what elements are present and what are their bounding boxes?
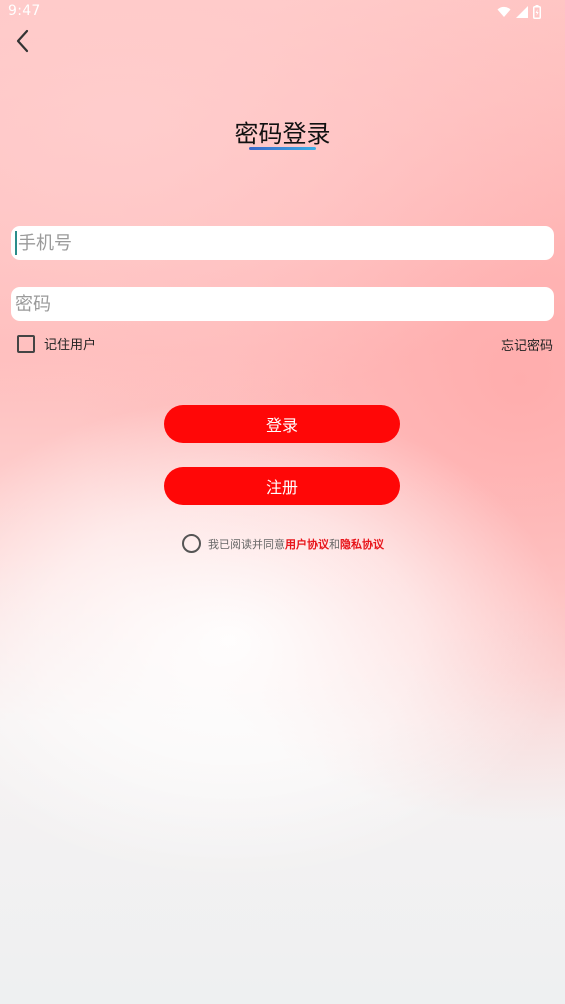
forgot-password-link[interactable]: 忘记密码 bbox=[501, 335, 553, 354]
agreement-row: 我已阅读并同意 用户协议 和 隐私协议 bbox=[182, 534, 384, 553]
status-icons bbox=[497, 4, 541, 20]
text-cursor bbox=[15, 231, 17, 255]
page-title: 密码登录 bbox=[234, 120, 331, 148]
status-bar: 9:47 bbox=[0, 0, 565, 24]
status-time: 9:47 bbox=[8, 3, 41, 19]
login-button[interactable]: 登录 bbox=[164, 405, 400, 443]
back-button[interactable] bbox=[8, 26, 38, 56]
password-field[interactable] bbox=[11, 287, 554, 321]
battery-icon bbox=[533, 5, 541, 19]
remember-label: 记住用户 bbox=[44, 338, 97, 353]
privacy-policy-link[interactable]: 隐私协议 bbox=[340, 536, 384, 552]
remember-user-toggle[interactable]: 记住用户 bbox=[17, 334, 96, 353]
agreement-prefix: 我已阅读并同意 bbox=[208, 537, 285, 551]
user-agreement-link[interactable]: 用户协议 bbox=[285, 536, 329, 552]
register-button[interactable]: 注册 bbox=[164, 467, 400, 505]
title-underline bbox=[249, 147, 316, 150]
remember-checkbox[interactable] bbox=[17, 334, 35, 353]
wifi-icon bbox=[497, 6, 511, 17]
phone-field[interactable] bbox=[11, 226, 554, 260]
password-input[interactable] bbox=[15, 287, 554, 321]
phone-input[interactable] bbox=[18, 226, 554, 260]
agree-radio[interactable] bbox=[182, 534, 201, 553]
cell-signal-icon bbox=[516, 6, 528, 18]
chevron-left-icon bbox=[16, 29, 29, 53]
agreement-conjunction: 和 bbox=[329, 537, 340, 551]
